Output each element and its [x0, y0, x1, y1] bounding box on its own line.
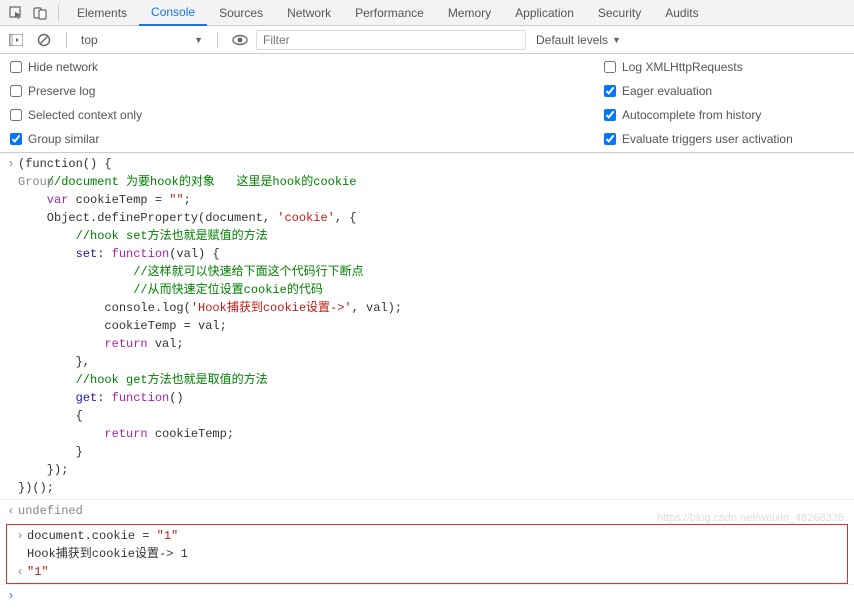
console-result-line: ‹ "1" — [9, 563, 845, 581]
code: (function() { Group //document 为要hook的对象… — [18, 155, 850, 497]
option-hide-network[interactable]: Hide network — [10, 60, 564, 74]
checkbox[interactable] — [604, 61, 616, 73]
checkbox[interactable] — [10, 133, 22, 145]
separator — [66, 32, 67, 48]
label: Preserve log — [28, 84, 95, 98]
input-marker: › — [4, 155, 18, 497]
levels-label: Default levels — [536, 33, 608, 47]
option-selected-context[interactable]: Selected context only — [10, 108, 564, 122]
result: "1" — [27, 563, 841, 581]
tab-sources[interactable]: Sources — [207, 1, 275, 25]
console-input-line: › (function() { Group //document 为要hook的… — [0, 155, 854, 497]
tab-console[interactable]: Console — [139, 0, 207, 26]
log-text: Hook捕获到cookie设置-> 1 — [27, 545, 841, 563]
log-levels-select[interactable]: Default levels ▼ — [530, 33, 627, 47]
context-label: top — [81, 33, 98, 47]
devtools-tab-bar: Elements Console Sources Network Perform… — [0, 0, 854, 26]
checkbox[interactable] — [10, 85, 22, 97]
execution-context-select[interactable]: top ▼ — [77, 31, 207, 49]
checkbox[interactable] — [604, 109, 616, 121]
option-log-xhr[interactable]: Log XMLHttpRequests — [604, 60, 844, 74]
label: Log XMLHttpRequests — [622, 60, 743, 74]
label: Hide network — [28, 60, 98, 74]
output-marker: ‹ — [4, 502, 18, 520]
label: Selected context only — [28, 108, 142, 122]
clear-console-icon[interactable] — [34, 30, 54, 50]
console-log-line: Hook捕获到cookie设置-> 1 — [9, 545, 845, 563]
option-evaluate-triggers[interactable]: Evaluate triggers user activation — [604, 132, 844, 146]
device-toggle-icon[interactable] — [30, 3, 50, 23]
prompt-marker: › — [4, 587, 18, 605]
tab-network[interactable]: Network — [275, 1, 343, 25]
separator — [217, 32, 218, 48]
tab-security[interactable]: Security — [586, 1, 653, 25]
option-group-similar[interactable]: Group similar — [10, 132, 564, 146]
inspect-icon[interactable] — [6, 3, 26, 23]
option-eager-eval[interactable]: Eager evaluation — [604, 84, 844, 98]
checkbox[interactable] — [10, 61, 22, 73]
separator — [58, 5, 59, 21]
label: Autocomplete from history — [622, 108, 761, 122]
label: Evaluate triggers user activation — [622, 132, 793, 146]
tab-application[interactable]: Application — [503, 1, 586, 25]
prompt-input[interactable] — [18, 587, 850, 605]
chevron-down-icon: ▼ — [612, 35, 621, 45]
output-marker: ‹ — [13, 563, 27, 581]
watermark: https://blog.csdn.net/weixin_48268336 — [657, 512, 844, 524]
sidebar-toggle-icon[interactable] — [6, 30, 26, 50]
console-settings: Hide network Preserve log Selected conte… — [0, 54, 854, 153]
console-output[interactable]: › (function() { Group //document 为要hook的… — [0, 153, 854, 609]
checkbox[interactable] — [10, 109, 22, 121]
option-preserve-log[interactable]: Preserve log — [10, 84, 564, 98]
tab-audits[interactable]: Audits — [653, 1, 710, 25]
highlighted-block: › document.cookie = "1" Hook捕获到cookie设置-… — [6, 524, 848, 584]
chevron-down-icon: ▼ — [194, 35, 203, 45]
tab-memory[interactable]: Memory — [436, 1, 503, 25]
options-left: Hide network Preserve log Selected conte… — [10, 60, 564, 146]
live-expression-icon[interactable] — [230, 30, 250, 50]
checkbox[interactable] — [604, 85, 616, 97]
checkbox[interactable] — [604, 133, 616, 145]
blank-marker — [13, 545, 27, 563]
console-prompt[interactable]: › — [0, 584, 854, 607]
filter-input[interactable] — [256, 30, 526, 50]
label: Eager evaluation — [622, 84, 712, 98]
console-toolbar: top ▼ Default levels ▼ — [0, 26, 854, 54]
label: Group similar — [28, 132, 99, 146]
option-autocomplete[interactable]: Autocomplete from history — [604, 108, 844, 122]
options-right: Log XMLHttpRequests Eager evaluation Aut… — [604, 60, 844, 146]
tab-elements[interactable]: Elements — [65, 1, 139, 25]
tab-performance[interactable]: Performance — [343, 1, 436, 25]
